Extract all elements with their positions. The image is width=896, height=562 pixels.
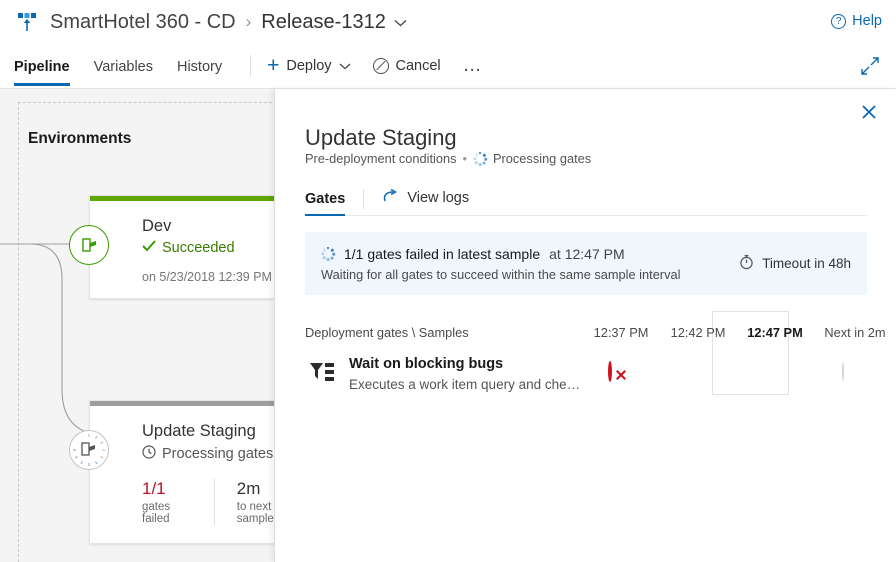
- chevron-down-icon[interactable]: [339, 58, 351, 74]
- checkmark-icon: [142, 240, 156, 256]
- view-logs-button[interactable]: View logs: [382, 189, 469, 215]
- breadcrumb-separator: ›: [246, 12, 252, 32]
- sample-result-3[interactable]: [762, 363, 792, 393]
- cancel-button[interactable]: Cancel: [373, 58, 441, 74]
- sample-result-2[interactable]: [685, 363, 715, 393]
- deploy-rocket-icon: [69, 430, 109, 470]
- command-divider: [250, 55, 251, 77]
- deploy-rocket-icon: [69, 225, 109, 265]
- spinner-icon: [321, 247, 335, 261]
- breadcrumb-project[interactable]: SmartHotel 360 - CD: [50, 11, 236, 34]
- gates-panel: Update Staging Pre-deployment conditions…: [274, 89, 896, 562]
- table-row[interactable]: Wait on blocking bugs Executes a work it…: [305, 353, 867, 403]
- sample-result-1[interactable]: [608, 363, 638, 393]
- command-bar: Pipeline Variables History + Deploy Canc…: [0, 44, 896, 89]
- ellipsis-icon[interactable]: …: [463, 61, 484, 71]
- app-root: SmartHotel 360 - CD › Release-1312 ? Hel…: [0, 0, 896, 562]
- sample-column-header-3[interactable]: 12:47 PM: [735, 325, 815, 340]
- tab-history-label: History: [177, 59, 222, 75]
- pending-circle-icon: [842, 362, 844, 381]
- tab-history[interactable]: History: [177, 47, 222, 86]
- tab-variables-label: Variables: [94, 59, 153, 75]
- panel-subtitle: Pre-deployment conditions • Processing g…: [305, 151, 591, 166]
- work-item-query-icon: [309, 361, 335, 385]
- card-status-label: Processing gates: [162, 446, 273, 462]
- release-pipeline-icon: [14, 9, 40, 35]
- ban-circle-icon: [373, 58, 389, 74]
- panel-tabs: Gates View logs: [305, 184, 867, 216]
- breadcrumb-release[interactable]: Release-1312: [261, 11, 386, 34]
- gate-description: Executes a work item query and che…: [349, 377, 580, 392]
- timeout-indicator: Timeout in 48h: [739, 254, 851, 273]
- banner-line2: Waiting for all gates to succeed within …: [321, 267, 739, 282]
- banner-line1: 1/1 gates failed in latest sample at 12:…: [321, 246, 739, 262]
- cancel-label: Cancel: [396, 58, 441, 74]
- panel-subtitle-status: Processing gates: [493, 151, 591, 166]
- tab-pipeline[interactable]: Pipeline: [14, 47, 70, 86]
- sample-column-header-2[interactable]: 12:42 PM: [658, 325, 738, 340]
- panel-title: Update Staging: [305, 125, 457, 151]
- error-circle-outline-icon: [608, 361, 612, 382]
- tab-variables[interactable]: Variables: [94, 47, 153, 86]
- sample-column-header-1[interactable]: 12:37 PM: [581, 325, 661, 340]
- expand-diagonal-icon[interactable]: [860, 56, 880, 76]
- tab-gates[interactable]: Gates: [305, 191, 345, 215]
- gate-name: Wait on blocking bugs: [349, 356, 503, 372]
- card-status-label: Succeeded: [162, 240, 235, 256]
- sample-column-header-next: Next in 2m: [812, 325, 896, 340]
- table-row-header-label: Deployment gates \ Samples: [305, 325, 469, 340]
- banner-timestamp: at 12:47 PM: [549, 246, 625, 262]
- metric-label: gates failed: [142, 501, 192, 525]
- tab-pipeline-label: Pipeline: [14, 59, 70, 75]
- gates-status-banner: 1/1 gates failed in latest sample at 12:…: [305, 232, 867, 295]
- breadcrumb: SmartHotel 360 - CD › Release-1312: [50, 11, 407, 34]
- banner-main-text: 1/1 gates failed in latest sample: [344, 246, 540, 262]
- sample-result-pending: [842, 363, 872, 393]
- deploy-label: Deploy: [286, 58, 331, 74]
- plus-icon: +: [267, 59, 279, 73]
- banner-text: 1/1 gates failed in latest sample at 12:…: [321, 246, 739, 282]
- deploy-button[interactable]: + Deploy: [267, 58, 350, 74]
- panel-tab-divider: [363, 189, 364, 209]
- timer-icon: [739, 254, 754, 273]
- timeout-label: Timeout in 48h: [762, 256, 851, 271]
- metric-value: 1/1: [142, 479, 192, 499]
- app-header: SmartHotel 360 - CD › Release-1312 ? Hel…: [0, 0, 896, 44]
- panel-subtitle-prefix: Pre-deployment conditions: [305, 151, 457, 166]
- clock-icon: [142, 445, 156, 463]
- chevron-down-icon[interactable]: [394, 15, 407, 30]
- help-button[interactable]: ? Help: [831, 13, 882, 29]
- question-circle-icon: ?: [831, 14, 846, 29]
- tab-gates-label: Gates: [305, 191, 345, 207]
- subtitle-separator: •: [463, 151, 467, 166]
- share-arrow-icon: [382, 189, 399, 207]
- spinner-icon: [473, 152, 487, 166]
- metric-gates-failed: 1/1 gates failed: [142, 479, 214, 525]
- close-icon[interactable]: [856, 99, 882, 125]
- help-label: Help: [852, 13, 882, 29]
- view-logs-label: View logs: [407, 190, 469, 206]
